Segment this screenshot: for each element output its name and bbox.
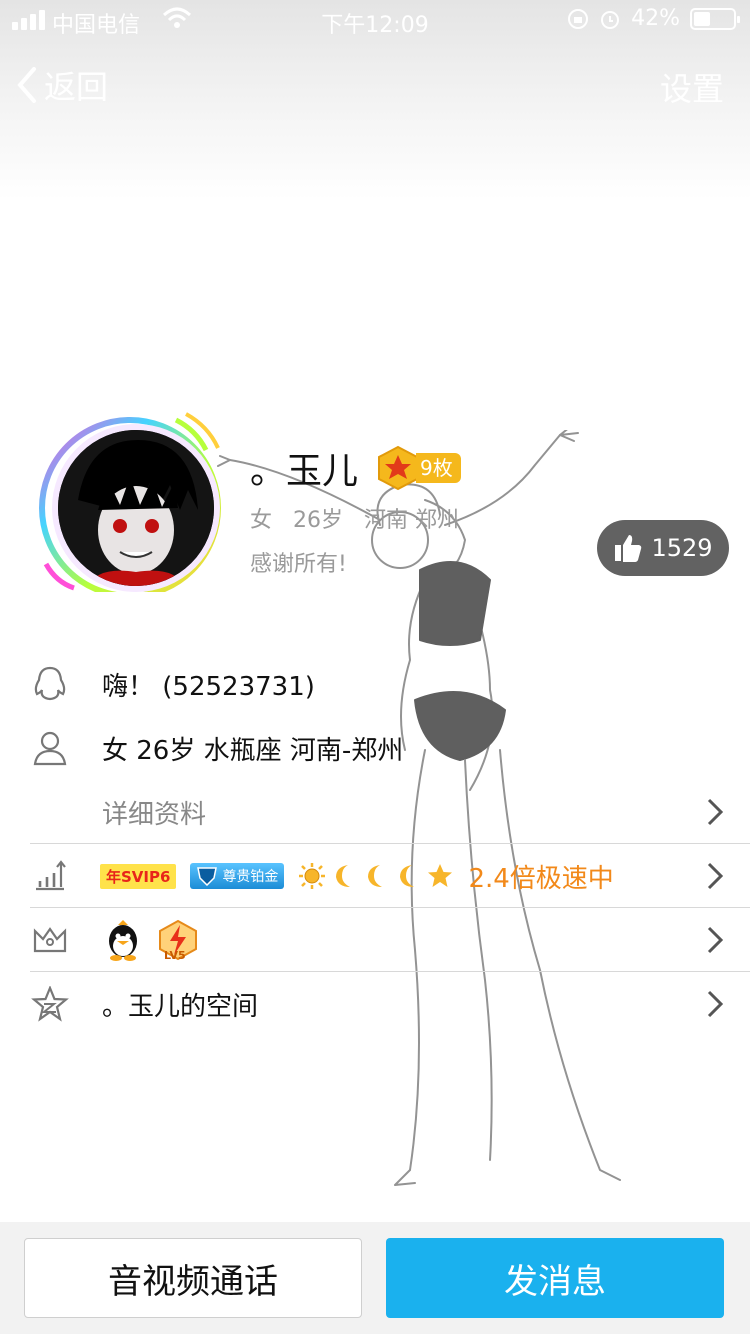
space-label: 。玉儿的空间: [102, 991, 259, 1022]
battery-icon: [690, 7, 740, 30]
penguin-outline-icon: [30, 664, 70, 704]
profile-list: 嗨！ (52523731) 女 26岁 水瓶座 河南-郑州 详细资料 年SVIP…: [0, 652, 750, 1036]
basic-info-row: 女 26岁 水瓶座 河南-郑州: [0, 716, 750, 780]
age: 26岁: [293, 508, 343, 533]
lightning-lv5-icon: LV5: [156, 919, 200, 962]
signature: 感谢所有!: [250, 552, 347, 577]
location: 河南 郑州: [363, 508, 459, 533]
chevron-right-icon: [707, 990, 724, 1018]
medal-badge[interactable]: 9枚: [376, 445, 461, 491]
back-button[interactable]: 返回: [16, 62, 108, 108]
bottom-action-bar: 音视频通话 发消息: [0, 1222, 750, 1334]
profile-name: 。玉儿: [250, 451, 359, 492]
battery-percent: 42%: [631, 6, 680, 31]
star-icon: [428, 864, 453, 887]
qq-nickname-id: 嗨！ (52523731): [102, 671, 315, 702]
space-row[interactable]: 。玉儿的空间: [0, 972, 750, 1036]
qq-level-icons: [298, 862, 454, 890]
qq-penguin-icon: [109, 920, 137, 961]
avatar-image: [58, 430, 214, 586]
orientation-lock-icon: [568, 8, 589, 29]
qzone-star-icon: [30, 984, 70, 1024]
chevron-right-icon: [707, 862, 724, 890]
lv5-label: LV5: [164, 949, 186, 962]
chevron-left-icon: [17, 67, 36, 103]
platinum-badge: 尊贵铂金: [190, 863, 285, 889]
chevron-right-icon: [707, 798, 724, 826]
chevron-right-icon: [707, 926, 724, 954]
send-message-button[interactable]: 发消息: [386, 1238, 724, 1318]
moon-icon: [400, 865, 415, 887]
detail-label: 详细资料: [102, 799, 207, 830]
like-count: 1529: [651, 534, 713, 562]
gender: 女: [250, 508, 273, 533]
thumbs-up-icon: [615, 535, 642, 562]
status-bar: 中国电信 下午12:09 42%: [0, 0, 750, 40]
star-medal-icon: [378, 445, 419, 491]
moon-icon: [336, 865, 351, 887]
like-button[interactable]: 1529: [597, 520, 729, 576]
qq-row: 嗨！ (52523731): [0, 652, 750, 716]
video-call-button[interactable]: 音视频通话: [24, 1238, 362, 1318]
settings-button[interactable]: 设置: [660, 64, 724, 110]
vip-shield-icon: [197, 867, 218, 886]
profile-subinfo: 女 26岁 河南 郑州: [250, 502, 459, 534]
growth-chart-icon: [30, 856, 70, 896]
back-label: 返回: [44, 68, 109, 106]
avatar[interactable]: [36, 404, 224, 592]
alarm-icon: [601, 10, 620, 29]
crown-icon: [30, 920, 70, 960]
privilege-row[interactable]: LV5: [0, 908, 750, 972]
svip-badge: 年SVIP6: [100, 863, 177, 889]
speed-status: 2.4倍极速中: [468, 863, 614, 894]
person-icon: [30, 728, 70, 768]
medal-count: 9枚: [416, 453, 461, 483]
platinum-label: 尊贵铂金: [222, 869, 279, 885]
detail-row[interactable]: 详细资料: [0, 780, 750, 844]
vip-row[interactable]: 年SVIP6 尊贵铂金 2.4倍极速中: [0, 844, 750, 908]
sun-icon: [299, 863, 326, 889]
basic-info: 女 26岁 水瓶座 河南-郑州: [102, 735, 404, 766]
moon-icon: [368, 865, 383, 887]
